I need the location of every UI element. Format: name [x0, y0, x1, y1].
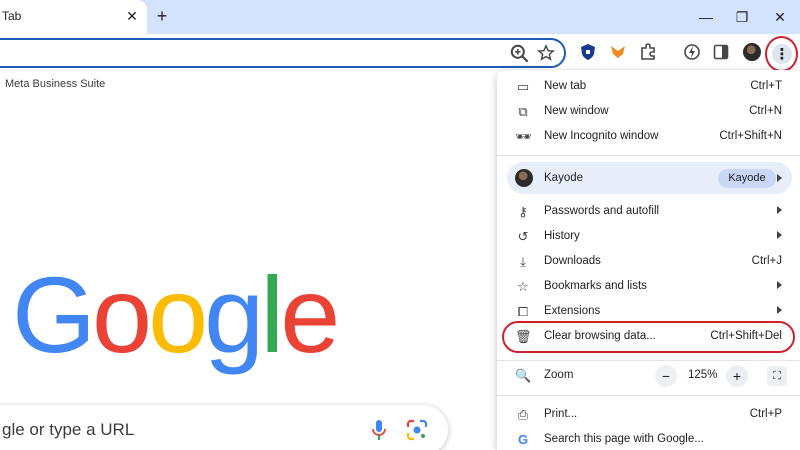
menu-divider [497, 360, 800, 361]
bookmark-star-icon[interactable] [537, 44, 555, 62]
menu-item-print[interactable]: ⎙ Print... Ctrl+P [497, 403, 800, 427]
close-tab-icon[interactable]: ✕ [124, 8, 140, 24]
close-window-icon[interactable]: ✕ [771, 8, 789, 26]
menu-item-shortcut: Ctrl+T [750, 80, 782, 92]
puzzle-icon: ⧠ [517, 304, 529, 319]
fullscreen-button[interactable]: ⛶ [767, 366, 787, 386]
address-bar[interactable] [0, 38, 566, 68]
menu-item-label: Search this page with Google... [544, 433, 704, 445]
menu-item-search-page[interactable]: G Search this page with Google... [497, 428, 800, 450]
fox-extension-icon[interactable] [609, 44, 627, 60]
submenu-arrow-icon [777, 206, 782, 214]
menu-divider [497, 155, 800, 156]
incognito-icon: 🕶 [515, 129, 532, 144]
submenu-arrow-icon [777, 174, 782, 182]
menu-item-label: Bookmarks and lists [544, 280, 647, 292]
menu-item-incognito[interactable]: 🕶 New Incognito window Ctrl+Shift+N [497, 125, 800, 149]
search-box[interactable]: gle or type a URL [0, 405, 448, 450]
menu-divider [497, 395, 800, 396]
profile-name: Kayode [544, 172, 584, 184]
menu-item-new-window[interactable]: ⧉ New window Ctrl+N [497, 100, 800, 124]
logo-letter: o [92, 254, 152, 375]
menu-item-label: Downloads [544, 255, 601, 267]
zoom-level: 125% [688, 369, 718, 381]
google-lens-icon[interactable] [406, 419, 428, 441]
profile-chip: Kayode [718, 169, 776, 188]
logo-letter: l [260, 254, 284, 375]
submenu-arrow-icon [777, 231, 782, 239]
maximize-icon[interactable]: ❐ [733, 8, 751, 26]
menu-item-profile[interactable]: Kayode Kayode [507, 162, 792, 194]
logo-letter: o [148, 254, 208, 375]
logo-letter: G [12, 254, 96, 375]
toolbar [0, 34, 800, 72]
menu-item-history[interactable]: ↺ History [497, 225, 800, 249]
new-tab-icon: ▭ [516, 79, 530, 94]
tab-strip: Tab ✕ + — ❐ ✕ [0, 0, 800, 34]
google-g-icon: G [517, 432, 529, 447]
menu-item-bookmarks[interactable]: ☆ Bookmarks and lists [497, 275, 800, 299]
tab-title: Tab [2, 9, 22, 23]
menu-item-shortcut: Ctrl+N [749, 105, 782, 117]
menu-item-label: History [544, 230, 580, 242]
profile-avatar [515, 169, 533, 187]
zoom-icon: 🔍 [515, 368, 532, 383]
zoom-icon[interactable] [509, 43, 531, 65]
highlight-box [502, 321, 795, 353]
download-icon: ⤓ [520, 254, 526, 269]
menu-item-label: New Incognito window [544, 130, 659, 142]
logo-letter: g [204, 254, 264, 375]
menu-item-label: Extensions [544, 305, 601, 317]
chrome-menu: ▭ New tab Ctrl+T ⧉ New window Ctrl+N 🕶 N… [497, 70, 800, 450]
browser-tab[interactable]: Tab ✕ [0, 0, 147, 34]
puzzle-icon[interactable] [639, 43, 657, 61]
profile-avatar[interactable] [743, 43, 761, 61]
submenu-arrow-icon [777, 281, 782, 289]
menu-item-label: Print... [544, 408, 578, 420]
microphone-icon[interactable] [370, 419, 388, 441]
logo-letter: e [280, 254, 340, 375]
menu-item-shortcut: Ctrl+J [751, 255, 782, 267]
menu-item-shortcut: Ctrl+P [749, 408, 782, 420]
new-window-icon: ⧉ [518, 104, 528, 119]
menu-item-shortcut: Ctrl+Shift+N [719, 130, 782, 142]
menu-item-downloads[interactable]: ⤓ Downloads Ctrl+J [497, 250, 800, 274]
google-logo: Google [12, 254, 340, 375]
menu-item-label: Zoom [544, 369, 574, 381]
history-icon: ↺ [517, 229, 529, 244]
menu-item-zoom: 🔍 Zoom − 125% + ⛶ [497, 364, 800, 388]
highlight-circle [765, 36, 798, 72]
menu-item-label: New tab [544, 80, 587, 92]
side-panel-icon[interactable] [713, 44, 729, 60]
menu-item-label: Passwords and autofill [544, 205, 660, 217]
menu-item-new-tab[interactable]: ▭ New tab Ctrl+T [497, 75, 800, 99]
key-icon: ⚷ [518, 204, 528, 219]
minimize-icon[interactable]: — [697, 8, 715, 26]
shield-extension-icon[interactable] [580, 43, 596, 61]
zoom-in-button[interactable]: + [726, 365, 748, 387]
search-placeholder: gle or type a URL [2, 420, 135, 439]
new-tab-button[interactable]: + [152, 6, 172, 26]
printer-icon: ⎙ [517, 407, 529, 422]
menu-item-passwords[interactable]: ⚷ Passwords and autofill [497, 200, 800, 224]
menu-item-label: New window [544, 105, 609, 117]
star-icon: ☆ [517, 279, 529, 294]
submenu-arrow-icon [777, 306, 782, 314]
bookmark-meta-business-suite[interactable]: Meta Business Suite [5, 78, 105, 90]
performance-icon[interactable] [683, 43, 701, 61]
zoom-out-button[interactable]: − [655, 365, 677, 387]
